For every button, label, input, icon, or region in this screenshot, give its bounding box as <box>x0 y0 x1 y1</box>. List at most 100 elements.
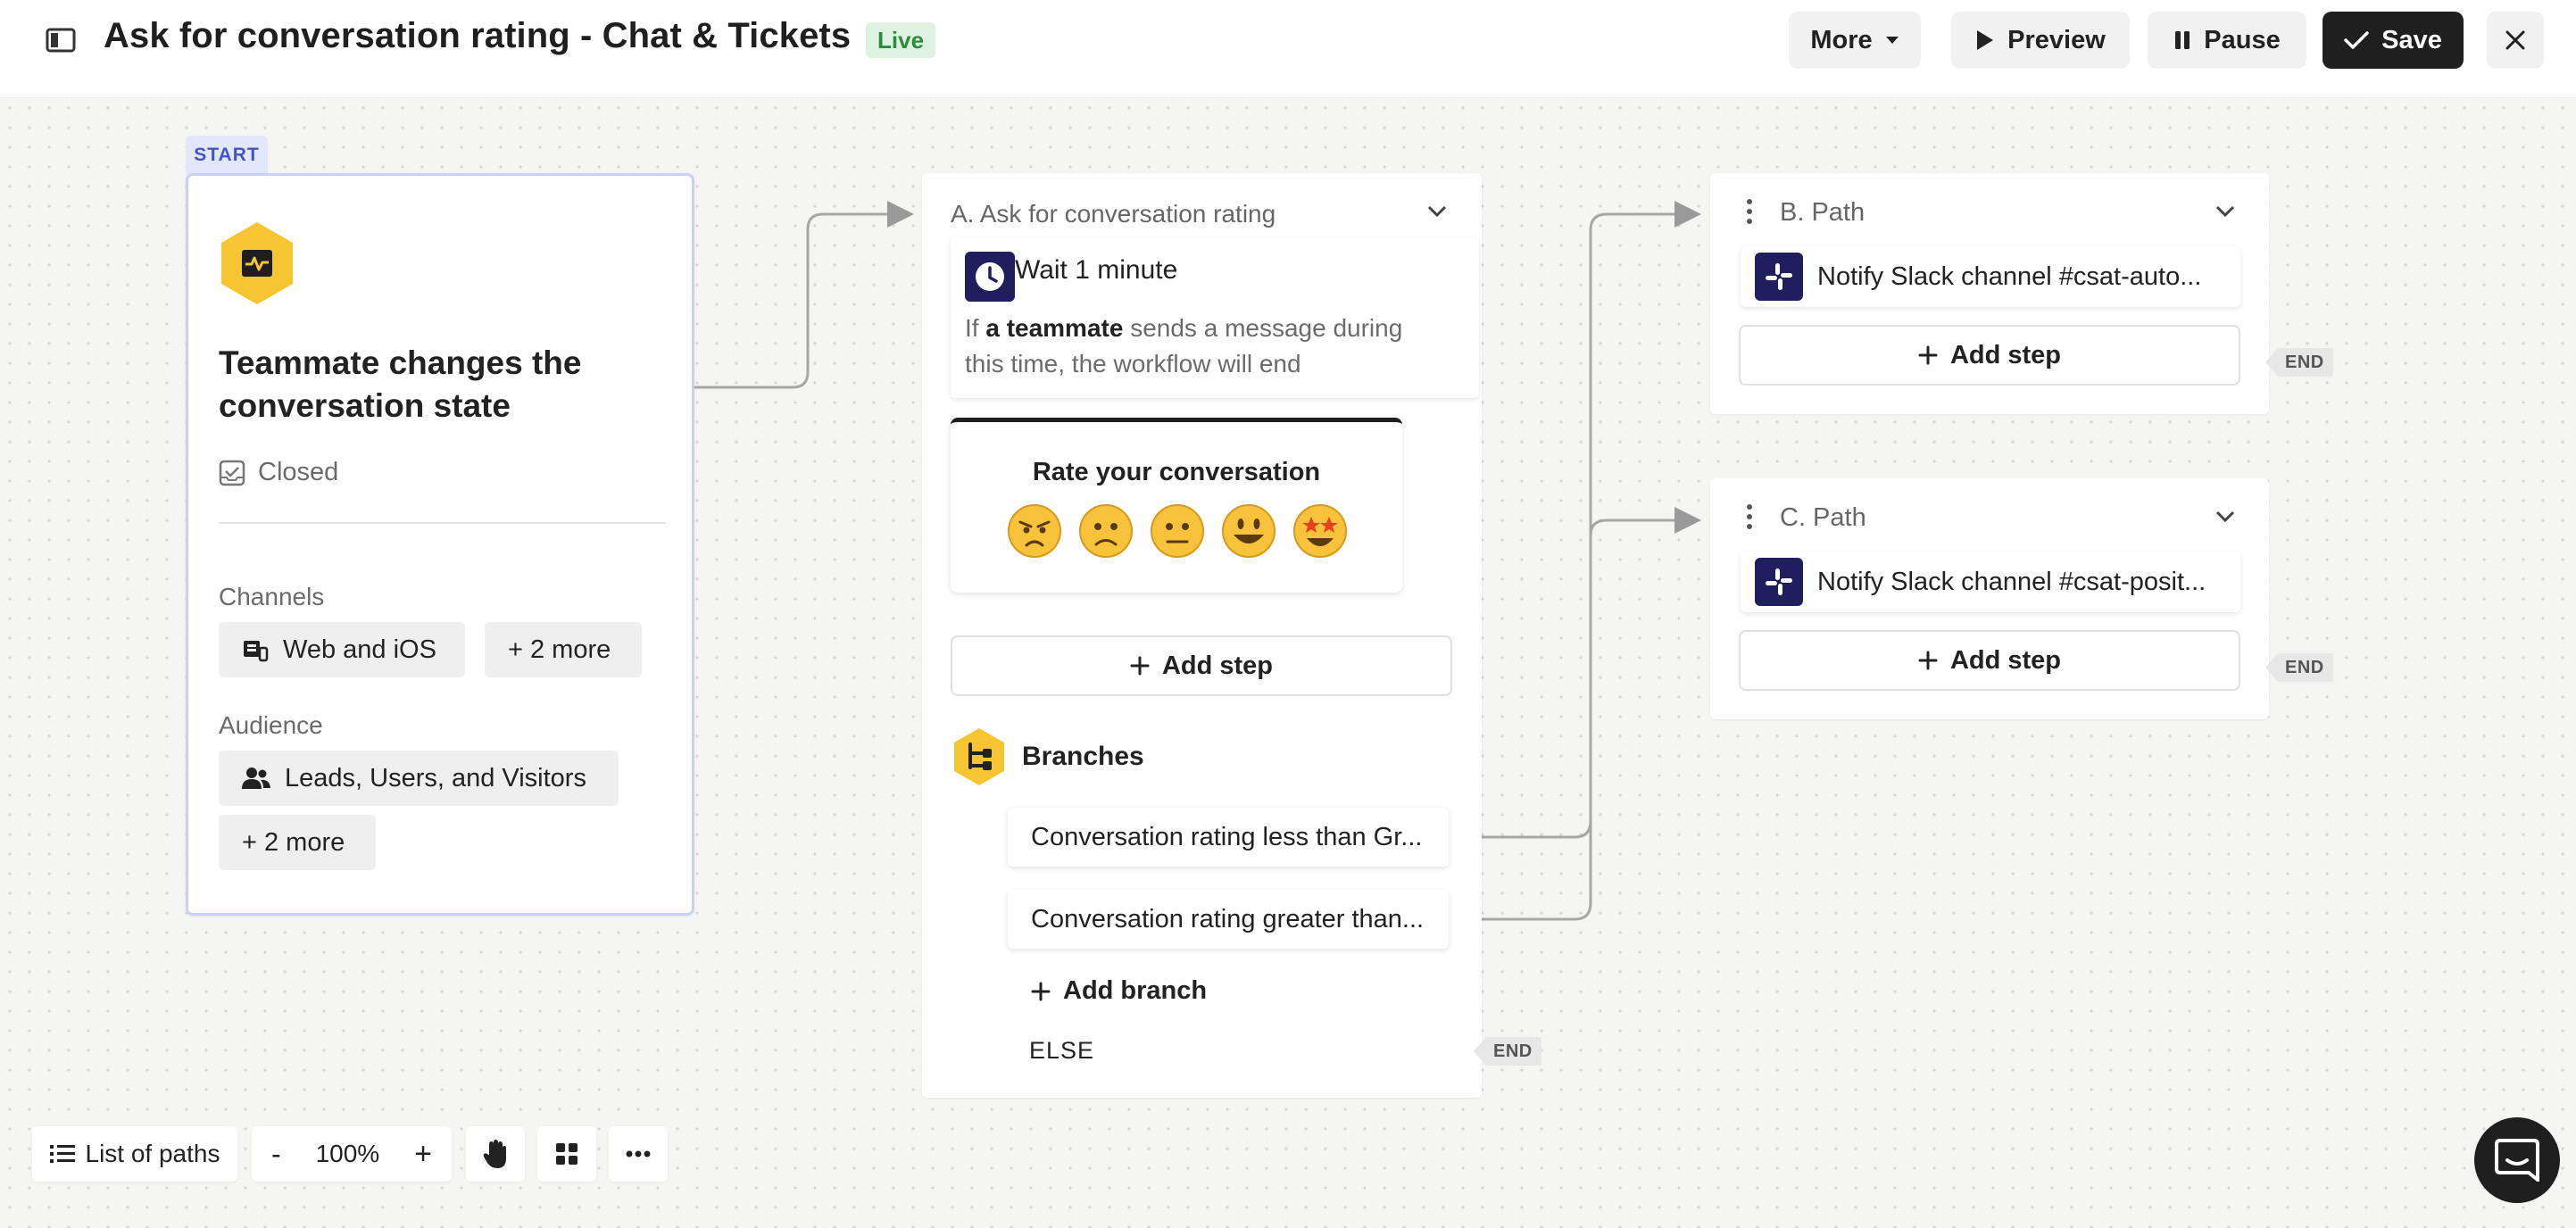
state-row: Closed <box>219 458 338 487</box>
branches-label: Branches <box>1022 742 1144 771</box>
rating-title: Rate your conversation <box>1032 458 1321 486</box>
trigger-card[interactable]: Teammate changes the conversation state … <box>186 173 694 916</box>
list-of-paths-label: List of paths <box>85 1140 220 1167</box>
wait-step[interactable]: Wait 1 minute If a teammate sends a mess… <box>951 237 1479 398</box>
end-tag: END <box>1474 1037 1541 1066</box>
path-c-title: C. Path <box>1780 503 1866 532</box>
plus-icon <box>1918 345 1938 365</box>
play-icon <box>1977 30 1994 50</box>
audience-label: Audience <box>219 711 323 739</box>
preview-button[interactable]: Preview <box>1951 12 2130 69</box>
wait-desc-if: If <box>965 314 979 342</box>
save-button-label: Save <box>2381 25 2442 54</box>
closed-inbox-icon <box>219 460 245 485</box>
trigger-title: Teammate changes the conversation state <box>219 344 582 424</box>
channel-more-label: + 2 more <box>508 635 611 664</box>
people-icon <box>242 768 270 789</box>
end-tag: END <box>2265 348 2333 377</box>
step-a-card[interactable]: A. Ask for conversation rating Wait 1 mi… <box>922 173 1482 1098</box>
slack-notify-step[interactable]: Notify Slack channel #csat-auto... <box>1741 246 2240 307</box>
slack-icon <box>1755 558 1803 606</box>
add-step-button[interactable]: Add step <box>951 635 1452 696</box>
close-button[interactable] <box>2487 12 2544 69</box>
wait-prefix: Wait <box>1015 255 1068 285</box>
preview-button-label: Preview <box>2007 25 2106 54</box>
ellipsis-icon <box>626 1150 651 1157</box>
chevron-down-icon[interactable] <box>2215 205 2235 218</box>
trigger-pulse-icon <box>221 222 293 304</box>
add-branch-button[interactable]: Add branch <box>1031 976 1207 1006</box>
add-step-label: Add step <box>1949 340 2062 369</box>
divider <box>219 522 665 524</box>
more-button[interactable]: More <box>1789 12 1921 69</box>
state-value: Closed <box>258 458 339 486</box>
branch-item[interactable]: Conversation rating greater than... <box>1008 890 1449 949</box>
channels-label: Channels <box>219 583 325 610</box>
plus-icon <box>1918 651 1938 670</box>
sidebar-toggle-icon[interactable] <box>45 26 77 54</box>
zoom-level: 100% <box>315 1140 380 1167</box>
messenger-web-icon <box>244 641 269 662</box>
else-label: ELSE <box>1029 1037 1095 1064</box>
drag-handle-icon[interactable] <box>1746 503 1753 530</box>
add-step-label: Add step <box>1949 645 2062 675</box>
path-b-title: B. Path <box>1780 198 1866 227</box>
clock-icon <box>965 252 1015 302</box>
emoji-row <box>1006 502 1349 560</box>
more-button-label: More <box>1810 25 1873 54</box>
sad-face-icon <box>1079 504 1133 558</box>
angry-face-icon <box>1008 504 1061 558</box>
star-struck-face-icon <box>1293 504 1347 558</box>
audience-more-chip[interactable]: + 2 more <box>219 815 376 870</box>
top-bar: Ask for conversation rating - Chat & Tic… <box>0 0 2576 98</box>
add-step-label: Add step <box>1161 651 1274 680</box>
chevron-down-icon[interactable] <box>1427 205 1447 218</box>
slack-action-label: Notify Slack channel #csat-auto... <box>1817 261 2202 291</box>
path-c-card[interactable]: C. Path Notify Slack channel #csat-posit… <box>1710 478 2269 719</box>
grid-view-button[interactable] <box>537 1126 596 1182</box>
rating-request-step[interactable]: Rate your conversation <box>951 418 1402 593</box>
channel-more-chip[interactable]: + 2 more <box>485 622 642 677</box>
wait-value: 1 minute <box>1075 255 1178 285</box>
zoom-in-button[interactable]: + <box>414 1137 432 1172</box>
start-tag: START <box>186 136 268 175</box>
add-step-button[interactable]: Add step <box>1739 630 2240 691</box>
slack-icon <box>1755 253 1803 301</box>
hand-icon <box>483 1140 506 1168</box>
branches-icon <box>954 728 1004 785</box>
pan-hand-button[interactable] <box>466 1126 525 1182</box>
pause-button[interactable]: Pause <box>2148 12 2306 69</box>
status-badge: Live <box>866 22 936 58</box>
list-of-paths-button[interactable]: List of paths <box>32 1126 237 1182</box>
channel-chip-label: Web and iOS <box>283 635 436 664</box>
happy-face-icon <box>1222 504 1276 558</box>
branches-header: Branches <box>952 726 1144 787</box>
chat-bubble-icon <box>2495 1139 2539 1182</box>
messenger-launcher[interactable] <box>2474 1117 2560 1203</box>
drag-handle-icon[interactable] <box>1746 198 1753 225</box>
list-icon <box>49 1145 75 1163</box>
wait-title: Wait 1 minute <box>1015 255 1177 286</box>
audience-more-label: + 2 more <box>242 827 345 857</box>
add-branch-label: Add branch <box>1063 976 1208 1005</box>
zoom-control: - 100% + <box>252 1126 452 1182</box>
add-step-button[interactable]: Add step <box>1739 325 2240 386</box>
path-b-card[interactable]: B. Path Notify Slack channel #csat-auto.… <box>1710 173 2269 414</box>
neutral-face-icon <box>1151 504 1204 558</box>
channel-chip[interactable]: Web and iOS <box>219 622 465 677</box>
close-icon <box>2505 30 2525 50</box>
pause-button-label: Pause <box>2204 25 2281 54</box>
audience-chip[interactable]: Leads, Users, and Visitors <box>219 751 619 806</box>
plus-icon <box>1031 982 1051 1000</box>
chevron-down-icon[interactable] <box>2215 510 2235 523</box>
end-tag: END <box>2265 653 2333 682</box>
grid-icon <box>556 1143 578 1165</box>
caret-down-icon <box>1885 37 1899 44</box>
slack-notify-step[interactable]: Notify Slack channel #csat-posit... <box>1741 552 2240 612</box>
more-options-button[interactable] <box>609 1126 668 1182</box>
step-a-title: A. Ask for conversation rating <box>951 200 1276 228</box>
branch-item[interactable]: Conversation rating less than Gr... <box>1008 808 1449 867</box>
save-button[interactable]: Save <box>2323 12 2464 69</box>
audience-chip-label: Leads, Users, and Visitors <box>285 763 586 792</box>
zoom-out-button[interactable]: - <box>271 1138 281 1171</box>
